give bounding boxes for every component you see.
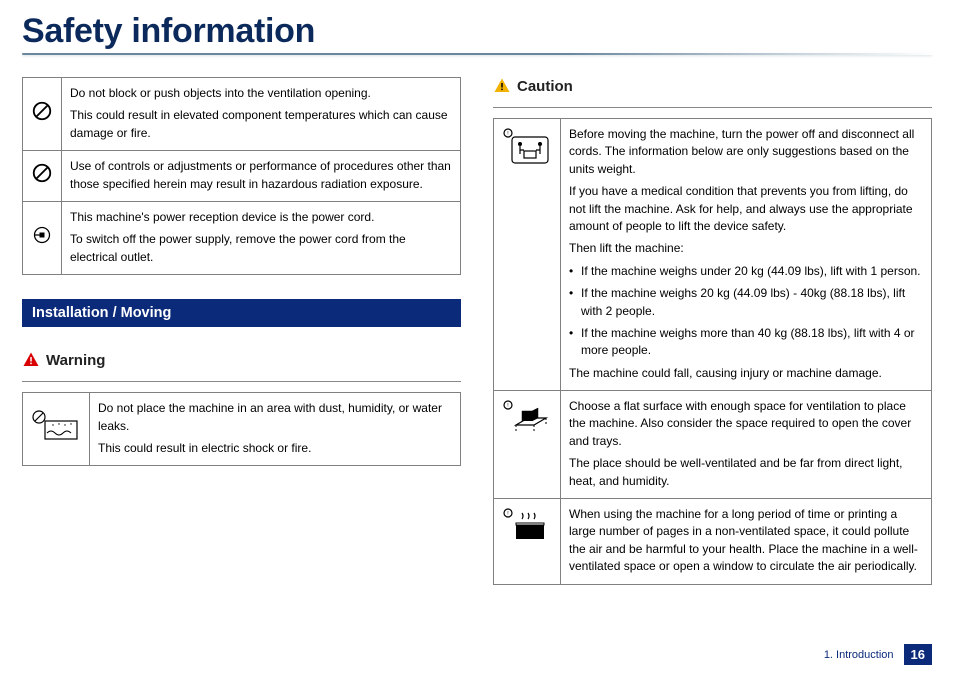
caution-label: Caution (517, 78, 573, 95)
plug-circle-icon (23, 201, 62, 274)
divider (493, 107, 932, 108)
table-row: Use of controls or adjustments or perfor… (23, 151, 461, 202)
warning-triangle-icon (22, 351, 40, 369)
info-cell: When using the machine for a long period… (561, 499, 932, 585)
divider (22, 381, 461, 382)
list-item: •If the machine weighs more than 40 kg (… (569, 325, 923, 360)
table-row: ! When using the machine for a long peri… (494, 499, 932, 585)
info-text: If the machine weighs 20 kg (44.09 lbs) … (581, 285, 923, 320)
svg-text:!: ! (507, 511, 508, 517)
info-text: This could result in elevated component … (70, 107, 452, 142)
info-text: Choose a flat surface with enough space … (569, 398, 923, 450)
svg-text:!: ! (507, 131, 508, 137)
table-row: Do not block or push objects into the ve… (23, 78, 461, 151)
warning-callout: Warning (22, 351, 461, 369)
warning-label: Warning (46, 352, 105, 369)
list-item: •If the machine weighs under 20 kg (44.0… (569, 263, 923, 280)
right-column: Caution ! Before moving (493, 77, 932, 609)
info-text: If the machine weighs more than 40 kg (8… (581, 325, 923, 360)
page-footer: 1. Introduction 16 (824, 644, 932, 665)
caution-callout: Caution (493, 77, 932, 95)
table-row: ! Before moving the machine, turn the po… (494, 119, 932, 391)
info-text: The machine could fall, causing injury o… (569, 365, 923, 382)
page-number: 16 (904, 644, 932, 665)
left-column: Do not block or push objects into the ve… (22, 77, 461, 609)
table-row: ! Choose a flat surface with enough spac… (494, 391, 932, 499)
info-text: This could result in electric shock or f… (98, 440, 452, 457)
top-info-table: Do not block or push objects into the ve… (22, 77, 461, 275)
svg-text:!: ! (507, 403, 508, 409)
warning-table: Do not place the machine in an area with… (22, 392, 461, 466)
caution-table: ! Before moving the machine, turn the po… (493, 118, 932, 585)
info-cell: Use of controls or adjustments or perfor… (62, 151, 461, 202)
list-item: •If the machine weighs 20 kg (44.09 lbs)… (569, 285, 923, 320)
info-text: When using the machine for a long period… (569, 506, 923, 576)
info-cell: Do not place the machine in an area with… (90, 393, 461, 466)
footer-chapter: 1. Introduction (824, 649, 894, 661)
info-text: Use of controls or adjustments or perfor… (70, 158, 452, 193)
prohibit-icon (23, 78, 62, 151)
table-row: This machine's power reception device is… (23, 201, 461, 274)
info-text: To switch off the power supply, remove t… (70, 231, 452, 266)
info-text: This machine's power reception device is… (70, 209, 452, 226)
info-text: Then lift the machine: (569, 240, 923, 257)
info-text: If you have a medical condition that pre… (569, 183, 923, 235)
flat-surface-icon: ! (494, 391, 561, 499)
info-text: If the machine weighs under 20 kg (44.09… (581, 263, 921, 280)
table-row: Do not place the machine in an area with… (23, 393, 461, 466)
title-rule (22, 53, 932, 55)
info-text: Before moving the machine, turn the powe… (569, 126, 923, 178)
info-cell: This machine's power reception device is… (62, 201, 461, 274)
section-heading-installation: Installation / Moving (22, 299, 461, 327)
info-text: Do not place the machine in an area with… (98, 400, 452, 435)
page-title: Safety information (22, 12, 932, 51)
info-text: The place should be well-ventilated and … (569, 455, 923, 490)
caution-triangle-icon (493, 77, 511, 95)
ventilation-icon: ! (494, 499, 561, 585)
no-water-icon (23, 393, 90, 466)
two-person-lift-icon: ! (494, 119, 561, 391)
info-cell: Do not block or push objects into the ve… (62, 78, 461, 151)
info-cell: Choose a flat surface with enough space … (561, 391, 932, 499)
info-text: Do not block or push objects into the ve… (70, 85, 452, 102)
info-cell: Before moving the machine, turn the powe… (561, 119, 932, 391)
prohibit-icon (23, 151, 62, 202)
